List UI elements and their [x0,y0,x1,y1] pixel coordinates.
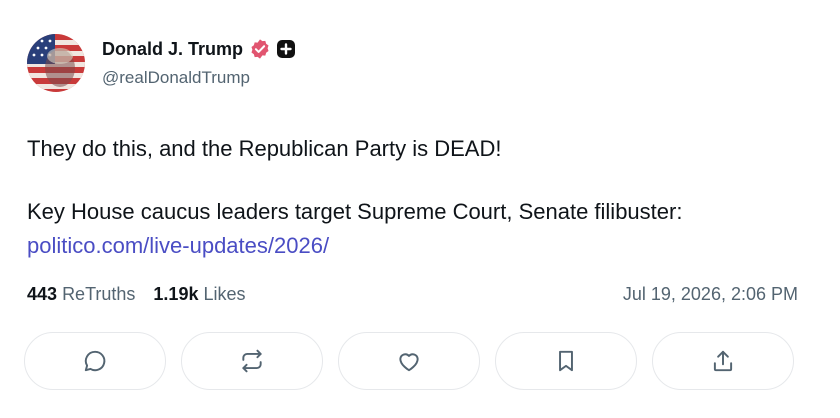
post-text-line2: Key House caucus leaders target Supreme … [27,199,683,224]
retruth-button[interactable] [181,332,323,390]
post-timestamp[interactable]: Jul 19, 2026, 2:06 PM [623,284,798,305]
retruth-icon [242,349,262,373]
post-text-line1: They do this, and the Republican Party i… [27,136,502,161]
display-name[interactable]: Donald J. Trump [102,39,243,60]
retruths-stat[interactable]: 443 ReTruths [27,284,135,305]
post-stats: 443 ReTruths 1.19k Likes [27,284,264,305]
post-text-paragraph: Key House caucus leaders target Supreme … [27,195,747,263]
retruths-label: ReTruths [62,284,136,304]
bookmark-icon [559,350,573,372]
bookmark-button[interactable] [495,332,637,390]
verified-badge-icon [249,38,271,60]
post-header: Donald J. Trump @realDonaldTrump [27,34,296,92]
flag-portrait-icon [27,34,85,92]
retruths-count: 443 [27,284,58,304]
share-icon [713,350,733,372]
like-icon [399,353,419,372]
reply-icon [84,350,106,372]
plus-badge-icon [276,39,296,59]
likes-count: 1.19k [153,284,199,304]
user-handle[interactable]: @realDonaldTrump [102,68,296,88]
post-link[interactable]: politico.com/live-updates/2026/ [27,233,329,258]
action-bar [24,332,794,390]
likes-label: Likes [203,284,246,304]
likes-stat[interactable]: 1.19k Likes [153,284,245,305]
avatar[interactable] [27,34,85,92]
share-button[interactable] [652,332,794,390]
reply-button[interactable] [24,332,166,390]
like-button[interactable] [338,332,480,390]
